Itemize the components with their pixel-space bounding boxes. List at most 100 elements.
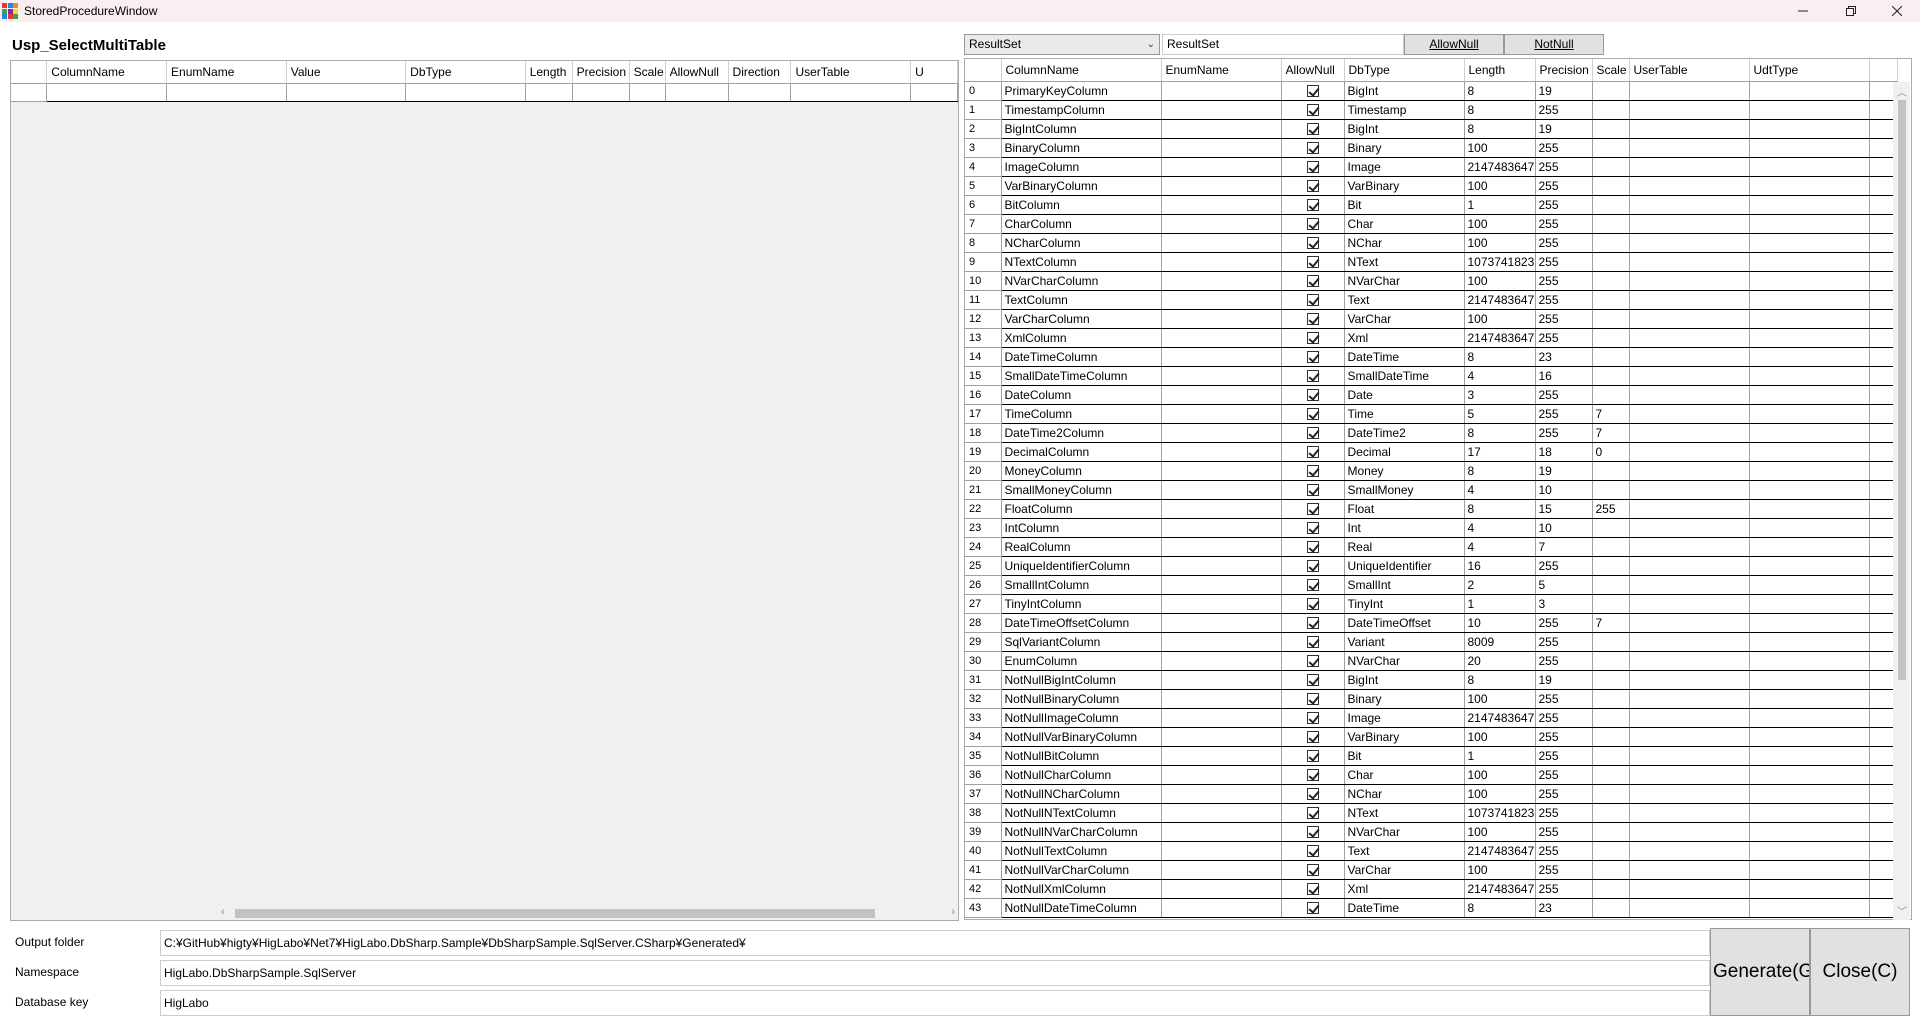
table-row[interactable]: 41 NotNullVarCharColumn VarChar 100 255 bbox=[965, 860, 1898, 880]
column-name-cell[interactable]: NTextColumn bbox=[1001, 252, 1162, 272]
udt-type-cell[interactable] bbox=[1749, 727, 1870, 747]
column-header[interactable]: UserTable bbox=[790, 61, 912, 84]
scale-cell[interactable]: 7 bbox=[1592, 613, 1630, 633]
user-table-cell[interactable] bbox=[1629, 385, 1750, 405]
precision-cell[interactable]: 23 bbox=[1535, 347, 1593, 367]
column-name-cell[interactable]: DateColumn bbox=[1001, 385, 1162, 405]
db-type-cell[interactable]: Char bbox=[1344, 765, 1465, 785]
precision-cell[interactable]: 255 bbox=[1535, 423, 1593, 443]
user-table-cell[interactable] bbox=[1629, 347, 1750, 367]
enum-name-cell[interactable] bbox=[1161, 727, 1282, 747]
allow-null-checkbox[interactable] bbox=[1306, 636, 1319, 649]
enum-name-cell[interactable] bbox=[1161, 138, 1282, 158]
column-name-cell[interactable]: XmlColumn bbox=[1001, 328, 1162, 348]
scale-cell[interactable] bbox=[1592, 157, 1630, 177]
scale-cell[interactable] bbox=[1592, 290, 1630, 310]
parameters-grid[interactable]: ColumnName EnumName Value DbType Length Preci… bbox=[10, 60, 959, 921]
db-type-cell[interactable]: Image bbox=[1344, 708, 1465, 728]
allow-null-cell[interactable] bbox=[1281, 214, 1345, 234]
udt-type-cell[interactable] bbox=[1749, 689, 1870, 709]
table-row[interactable]: 20 MoneyColumn Money 8 19 bbox=[965, 461, 1898, 481]
precision-cell[interactable]: 255 bbox=[1535, 708, 1593, 728]
scale-cell[interactable] bbox=[1592, 100, 1630, 120]
allow-null-cell[interactable] bbox=[1281, 442, 1345, 462]
udt-type-cell[interactable] bbox=[1749, 480, 1870, 500]
length-cell[interactable]: 1 bbox=[1464, 746, 1536, 766]
user-table-cell[interactable] bbox=[1629, 632, 1750, 652]
precision-cell[interactable]: 255 bbox=[1535, 157, 1593, 177]
allow-null-cell[interactable] bbox=[1281, 537, 1345, 557]
allow-null-cell[interactable] bbox=[1281, 632, 1345, 652]
db-type-cell[interactable]: DateTime2 bbox=[1344, 423, 1465, 443]
column-name-cell[interactable]: SmallMoneyColumn bbox=[1001, 480, 1162, 500]
user-table-cell[interactable] bbox=[1629, 366, 1750, 386]
user-table-cell[interactable] bbox=[1629, 119, 1750, 139]
length-cell[interactable]: 100 bbox=[1464, 309, 1536, 329]
user-table-cell[interactable] bbox=[1629, 879, 1750, 899]
column-name-cell[interactable]: NCharColumn bbox=[1001, 233, 1162, 253]
udt-type-cell[interactable] bbox=[1749, 290, 1870, 310]
allow-null-checkbox[interactable] bbox=[1306, 123, 1319, 136]
length-cell[interactable]: 1073741823 bbox=[1464, 803, 1536, 823]
enum-name-cell[interactable] bbox=[1161, 442, 1282, 462]
scale-cell[interactable] bbox=[1592, 632, 1630, 652]
precision-cell[interactable]: 10 bbox=[1535, 480, 1593, 500]
length-cell[interactable]: 100 bbox=[1464, 214, 1536, 234]
column-name-cell[interactable]: BigIntColumn bbox=[1001, 119, 1162, 139]
db-type-cell[interactable]: SmallDateTime bbox=[1344, 366, 1465, 386]
user-table-cell[interactable] bbox=[1629, 613, 1750, 633]
column-header[interactable]: AllowNull bbox=[665, 61, 729, 84]
user-table-cell[interactable] bbox=[1629, 575, 1750, 595]
allow-null-cell[interactable] bbox=[1281, 290, 1345, 310]
precision-cell[interactable]: 255 bbox=[1535, 613, 1593, 633]
scale-cell[interactable] bbox=[1592, 518, 1630, 538]
length-cell[interactable]: 100 bbox=[1464, 138, 1536, 158]
allow-null-checkbox[interactable] bbox=[1306, 560, 1319, 573]
scale-cell[interactable] bbox=[1592, 746, 1630, 766]
column-name-cell[interactable]: NotNullTextColumn bbox=[1001, 841, 1162, 861]
precision-cell[interactable]: 255 bbox=[1535, 328, 1593, 348]
db-type-cell[interactable]: Xml bbox=[1344, 879, 1465, 899]
udt-type-cell[interactable] bbox=[1749, 784, 1870, 804]
db-type-cell[interactable]: DateTime bbox=[1344, 347, 1465, 367]
scale-cell[interactable]: 255 bbox=[1592, 499, 1630, 519]
enum-name-cell[interactable] bbox=[1161, 119, 1282, 139]
scale-cell[interactable] bbox=[1592, 689, 1630, 709]
precision-cell[interactable]: 255 bbox=[1535, 651, 1593, 671]
parameters-table[interactable]: ColumnName EnumName Value DbType Length Preci… bbox=[11, 61, 958, 102]
db-type-cell[interactable]: Decimal bbox=[1344, 442, 1465, 462]
scroll-up-icon[interactable]: ︿ bbox=[1897, 84, 1907, 99]
db-type-cell[interactable]: NVarChar bbox=[1344, 271, 1465, 291]
scale-cell[interactable] bbox=[1592, 784, 1630, 804]
table-row[interactable]: 4 ImageColumn Image 2147483647 255 bbox=[965, 157, 1898, 177]
db-type-cell[interactable]: VarBinary bbox=[1344, 176, 1465, 196]
length-cell[interactable]: 100 bbox=[1464, 689, 1536, 709]
table-row[interactable]: 33 NotNullImageColumn Image 2147483647 255 bbox=[965, 708, 1898, 728]
column-header[interactable]: Precision bbox=[572, 61, 630, 84]
user-table-cell[interactable] bbox=[1629, 138, 1750, 158]
udt-type-cell[interactable] bbox=[1749, 537, 1870, 557]
enum-name-cell[interactable] bbox=[1161, 328, 1282, 348]
precision-cell[interactable]: 255 bbox=[1535, 176, 1593, 196]
column-name-cell[interactable]: DateTime2Column bbox=[1001, 423, 1162, 443]
length-cell[interactable]: 2147483647 bbox=[1464, 708, 1536, 728]
allow-null-checkbox[interactable] bbox=[1306, 864, 1319, 877]
table-row[interactable]: 15 SmallDateTimeColumn SmallDateTime 4 16 bbox=[965, 366, 1898, 386]
enum-name-cell[interactable] bbox=[1161, 537, 1282, 557]
column-name-cell[interactable]: NotNullXmlColumn bbox=[1001, 879, 1162, 899]
user-table-cell[interactable] bbox=[1629, 233, 1750, 253]
scroll-thumb[interactable] bbox=[1898, 100, 1906, 680]
table-row[interactable]: 39 NotNullNVarCharColumn NVarChar 100 255 bbox=[965, 822, 1898, 842]
db-type-cell[interactable]: NText bbox=[1344, 803, 1465, 823]
user-table-cell[interactable] bbox=[1629, 670, 1750, 690]
enum-name-cell[interactable] bbox=[1161, 461, 1282, 481]
length-cell[interactable]: 2147483647 bbox=[1464, 290, 1536, 310]
table-row[interactable]: 34 NotNullVarBinaryColumn VarBinary 100 255 bbox=[965, 727, 1898, 747]
column-name-cell[interactable]: NotNullImageColumn bbox=[1001, 708, 1162, 728]
udt-type-cell[interactable] bbox=[1749, 651, 1870, 671]
allow-null-cell[interactable] bbox=[1281, 480, 1345, 500]
scale-cell[interactable] bbox=[1592, 670, 1630, 690]
allow-null-cell[interactable] bbox=[1281, 461, 1345, 481]
column-header[interactable]: Direction bbox=[728, 61, 792, 84]
allow-null-checkbox[interactable] bbox=[1306, 484, 1319, 497]
